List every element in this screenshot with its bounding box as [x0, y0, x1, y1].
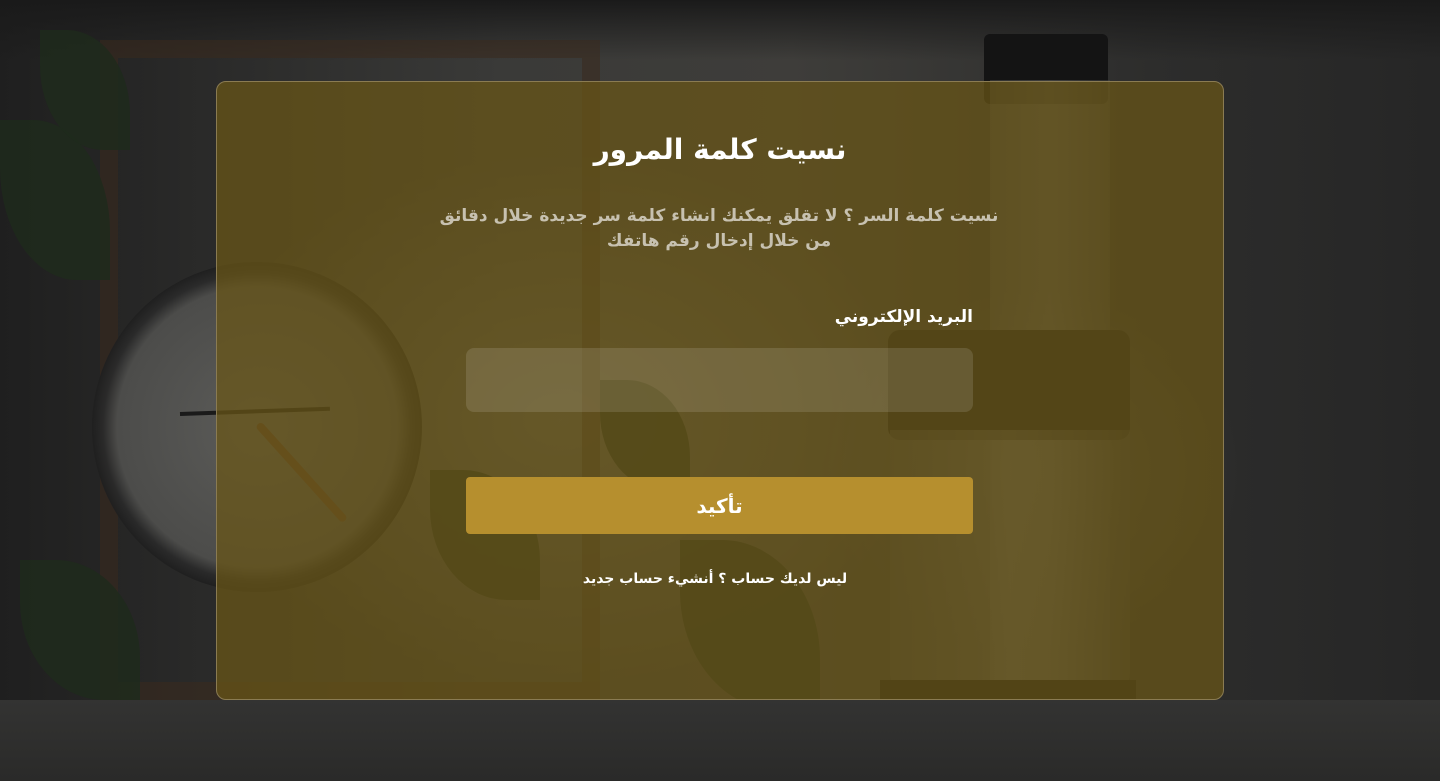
forgot-password-page: نسيت كلمة المرور نسيت كلمة السر ؟ لا تقل…	[0, 0, 1440, 781]
page-title: نسيت كلمة المرور	[593, 133, 847, 166]
signup-prompt: ليس لديك حساب ؟ أنشيء حساب جديد	[570, 568, 860, 590]
confirm-button[interactable]: تأكيد	[466, 477, 973, 534]
background-floor	[0, 700, 1440, 781]
page-description: نسيت كلمة السر ؟ لا تقلق يمكنك انشاء كلم…	[439, 206, 999, 251]
email-input[interactable]	[466, 348, 973, 412]
email-label: البريد الإلكتروني	[834, 307, 973, 327]
create-account-link[interactable]: ليس لديك حساب ؟ أنشيء حساب جديد	[570, 568, 860, 590]
